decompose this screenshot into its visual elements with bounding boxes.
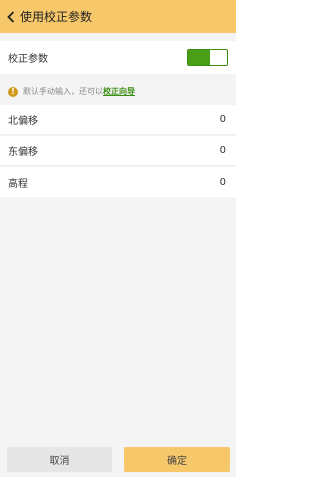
screen: 使用校正参数 校正参数 ! 默认手动输入，还可以 校正向导 北偏移 0 东偏移 …	[0, 0, 236, 477]
param-label: 高程	[8, 178, 28, 190]
param-row-east[interactable]: 东偏移 0	[0, 136, 236, 166]
param-value: 0	[219, 114, 226, 125]
param-value: 0	[219, 145, 226, 156]
toggle-off-segment	[210, 50, 227, 65]
param-row-elevation[interactable]: 高程 0	[0, 167, 236, 197]
correction-label: 校正参数	[8, 54, 48, 65]
chevron-left-icon[interactable]	[2, 0, 20, 33]
param-value: 0	[219, 176, 226, 188]
hint-text: 默认手动输入，还可以	[23, 87, 103, 96]
info-icon: !	[8, 86, 18, 97]
toggle-on-segment	[188, 50, 210, 65]
app-header: 使用校正参数	[0, 0, 236, 33]
correction-toggle[interactable]	[187, 49, 228, 66]
param-label: 东偏移	[8, 147, 38, 158]
cancel-button[interactable]: 取消	[7, 447, 112, 472]
confirm-button[interactable]: 确定	[124, 447, 230, 472]
param-label: 北偏移	[8, 116, 38, 127]
page-title: 使用校正参数	[20, 10, 93, 24]
param-row-north[interactable]: 北偏移 0	[0, 105, 236, 135]
correction-wizard-link[interactable]: 校正向导	[103, 86, 135, 97]
hint-bar: ! 默认手动输入，还可以 校正向导	[0, 78, 236, 105]
correction-row: 校正参数	[0, 41, 236, 74]
